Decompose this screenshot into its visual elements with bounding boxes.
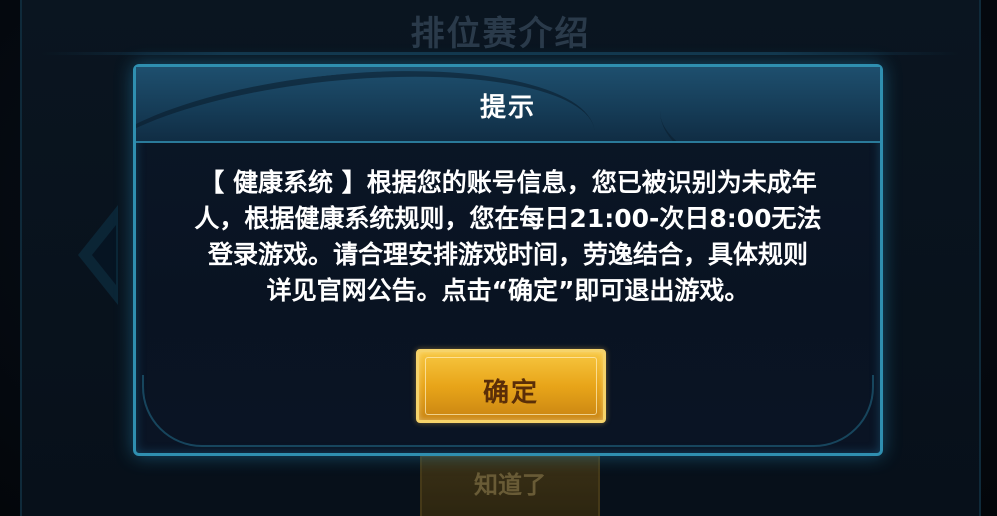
background-title: 排位赛介绍	[410, 14, 591, 54]
game-screen: 排位赛介绍 知道了 提示 【 健康系统 】根据您的账号信息，您已被识别为未成年 …	[0, 0, 997, 516]
notice-dialog: 提示 【 健康系统 】根据您的账号信息，您已被识别为未成年 人，根据健康系统规则…	[133, 64, 883, 456]
background-ok-button: 知道了	[420, 455, 600, 516]
confirm-button-label: 确定	[482, 378, 539, 408]
left-arrow-inner-icon	[92, 225, 116, 285]
dialog-title: 提示	[479, 93, 536, 123]
background-divider	[42, 52, 959, 55]
message-line: 【 健康系统 】根据您的账号信息，您已被识别为未成年	[199, 168, 817, 197]
dialog-header: 提示	[136, 67, 880, 143]
background-ok-button-label: 知道了	[474, 471, 546, 499]
confirm-button[interactable]: 确定	[416, 349, 606, 423]
message-line: 登录游戏。请合理安排游戏时间，劳逸结合，具体规则	[207, 240, 808, 269]
message-line: 详见官网公告。点击“确定”即可退出游戏。	[266, 276, 750, 305]
dialog-message: 【 健康系统 】根据您的账号信息，您已被识别为未成年 人，根据健康系统规则，您在…	[156, 165, 860, 309]
message-line: 人，根据健康系统规则，您在每日21:00-次日8:00无法	[194, 204, 822, 233]
